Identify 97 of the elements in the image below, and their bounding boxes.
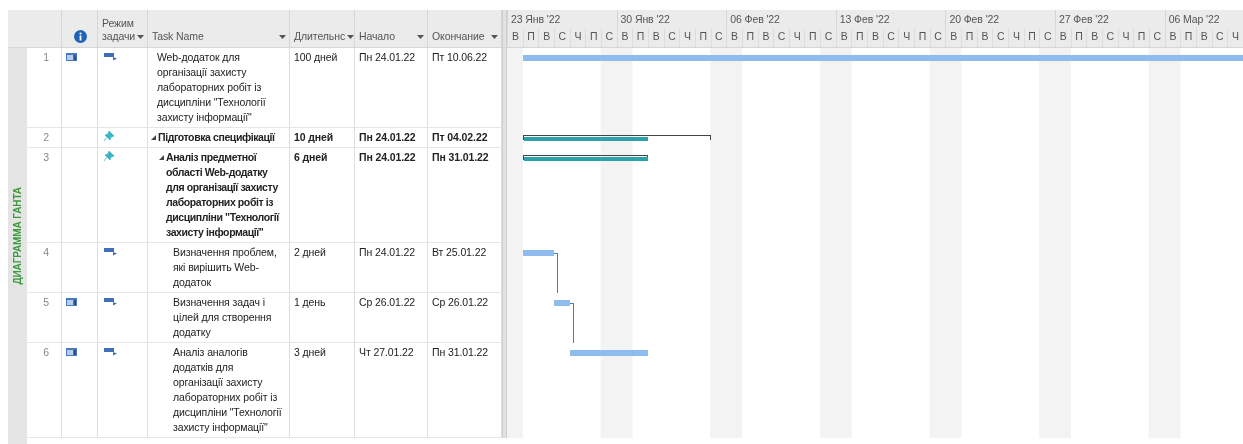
dropdown-caret-icon[interactable] <box>279 35 286 39</box>
task-bar[interactable] <box>522 55 1243 61</box>
row-number: 3 <box>27 148 62 243</box>
day-label: В <box>1164 28 1181 47</box>
row-number: 1 <box>27 48 62 128</box>
splitter-bar[interactable] <box>502 343 507 438</box>
day-label: В <box>507 28 523 47</box>
day-label: В <box>1195 28 1212 47</box>
info-icon <box>73 30 87 43</box>
day-label: Ч <box>1117 28 1134 47</box>
day-label: В <box>616 28 633 47</box>
dropdown-caret-icon[interactable] <box>137 35 145 39</box>
day-label: Ч <box>679 28 695 47</box>
day-label: Ч <box>898 28 915 47</box>
dropdown-caret-icon[interactable] <box>347 35 355 39</box>
duration-cell: 6 дней <box>290 148 355 243</box>
week-label: 30 Янв '22 <box>616 10 727 28</box>
day-label: П <box>1023 28 1040 47</box>
task-bar[interactable] <box>522 250 554 256</box>
day-label: П <box>914 28 930 47</box>
day-label: С <box>773 28 789 47</box>
day-label: С <box>882 28 899 47</box>
day-label: С <box>600 28 617 47</box>
dropdown-caret-icon[interactable] <box>417 35 424 39</box>
collapse-triangle-icon[interactable] <box>159 155 164 160</box>
day-label: П <box>851 28 868 47</box>
duration-cell: 2 дней <box>290 243 355 293</box>
day-label: Ч <box>788 28 805 47</box>
day-label: П <box>1133 28 1149 47</box>
day-label: П <box>522 28 539 47</box>
start-date-cell: Пн 24.01.22 <box>355 243 428 293</box>
day-label: П <box>632 28 648 47</box>
day-label: В <box>1086 28 1102 47</box>
day-label: С <box>1101 28 1118 47</box>
task-name: Визначення проблем, які вирішить Web-додаток <box>173 245 278 290</box>
task-name: Аналіз аналогів додатків для організації захисту лабораторних робіт із дисципліни "Технології захисту інформації" <box>173 345 282 435</box>
day-label: В <box>538 28 554 47</box>
day-label: П <box>961 28 977 47</box>
day-label: С <box>1148 28 1165 47</box>
day-label: С <box>710 28 727 47</box>
day-label: С <box>663 28 680 47</box>
view-label: ДИАГРАММА ГАНТА <box>12 187 23 285</box>
week-label: 06 Мар '22 <box>1164 10 1243 28</box>
day-label: С <box>1039 28 1055 47</box>
day-label: В <box>945 28 962 47</box>
task-bar[interactable] <box>553 300 570 306</box>
day-label: В <box>726 28 742 47</box>
splitter-bar[interactable] <box>502 48 507 128</box>
day-label: П <box>804 28 821 47</box>
day-label: В <box>835 28 852 47</box>
day-label: Ч <box>569 28 586 47</box>
day-label: П <box>585 28 601 47</box>
day-label: П <box>1070 28 1087 47</box>
row-number: 2 <box>27 128 62 148</box>
column-header[interactable]: Режим задачи <box>98 10 148 47</box>
day-label: С <box>929 28 946 47</box>
week-label: 06 Фев '22 <box>726 10 836 28</box>
column-header[interactable]: Длительнс <box>290 10 355 47</box>
start-date-cell: Пн 24.01.22 <box>355 128 428 148</box>
dropdown-caret-icon[interactable] <box>491 35 498 39</box>
start-date-cell: Пн 24.01.22 <box>355 48 428 128</box>
week-label: 13 Фев '22 <box>835 10 946 28</box>
row-number: 6 <box>27 343 62 438</box>
day-label: П <box>1180 28 1196 47</box>
duration-cell: 1 день <box>290 293 355 343</box>
week-label: 27 Фев '22 <box>1055 10 1165 28</box>
duration-cell: 100 дней <box>290 48 355 128</box>
day-label: П <box>694 28 711 47</box>
day-label: В <box>867 28 883 47</box>
task-bar[interactable] <box>569 350 648 356</box>
row-number: 5 <box>27 293 62 343</box>
week-label: 20 Фев '22 <box>945 10 1056 28</box>
week-label: 23 Янв '22 <box>507 10 617 28</box>
collapse-triangle-icon[interactable] <box>151 135 156 140</box>
start-date-cell: Чт 27.01.22 <box>355 343 428 438</box>
day-label: С <box>553 28 570 47</box>
column-header[interactable]: Начало <box>355 10 428 47</box>
day-label: В <box>647 28 664 47</box>
task-name: Аналіз предметної області Web-додатку для організації захисту лабораторних робіт із дисципліни "Технології захисту інформації" <box>166 150 281 240</box>
day-label: П <box>741 28 758 47</box>
day-label: С <box>820 28 836 47</box>
column-header[interactable]: Task Name <box>148 10 290 47</box>
day-label: В <box>976 28 993 47</box>
day-label: С <box>1211 28 1228 47</box>
day-label: В <box>1054 28 1071 47</box>
task-name: Визначення задач і цілей для створення додатку <box>173 295 273 340</box>
task-name: Підготовка специфікації <box>158 130 275 145</box>
row-number: 4 <box>27 243 62 293</box>
duration-cell: 3 дней <box>290 343 355 438</box>
start-date-cell: Пн 24.01.22 <box>355 148 428 243</box>
start-date-cell: Ср 26.01.22 <box>355 293 428 343</box>
day-label: Ч <box>1227 28 1243 47</box>
duration-cell: 10 дней <box>290 128 355 148</box>
day-label: В <box>757 28 774 47</box>
task-name: Web-додаток для організації захисту лабораторних робіт із дисципліни "Технології захисту інформації" <box>157 50 267 125</box>
day-label: С <box>992 28 1008 47</box>
day-label: Ч <box>1008 28 1024 47</box>
